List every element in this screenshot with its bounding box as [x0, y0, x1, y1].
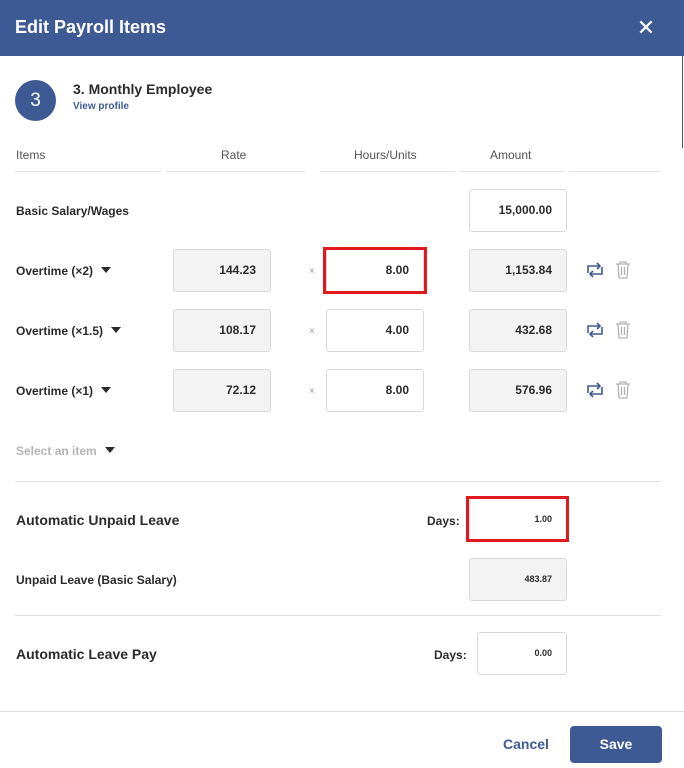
column-rate: Rate	[221, 148, 247, 162]
overtime-amount-field: 576.96	[469, 369, 567, 412]
overtime-label: Overtime (×2)	[16, 264, 94, 278]
column-amount: Amount	[490, 148, 532, 162]
dialog-title: Edit Payroll Items	[15, 17, 167, 37]
trash-icon[interactable]	[614, 319, 632, 341]
overtime-hours-input[interactable]: 4.00	[326, 309, 424, 352]
column-divider	[166, 171, 305, 172]
column-divider	[460, 171, 565, 172]
column-divider	[320, 171, 455, 172]
overtime-rate-field: 144.23	[173, 249, 271, 292]
column-items: Items	[16, 148, 46, 162]
highlight-box	[466, 496, 569, 542]
refresh-icon[interactable]	[584, 259, 606, 281]
caret-down-icon[interactable]	[111, 327, 122, 333]
highlight-box	[323, 247, 427, 294]
section-divider	[15, 615, 661, 616]
caret-down-icon[interactable]	[101, 387, 112, 393]
caret-down-icon[interactable]	[101, 267, 112, 273]
multiply-sign: ×	[309, 386, 315, 397]
save-button[interactable]: Save	[570, 726, 662, 763]
basic-salary-label: Basic Salary/Wages	[16, 204, 129, 218]
employee-name: 3. Monthly Employee	[73, 81, 213, 97]
overtime-row-label[interactable]: Overtime (×1.5)	[16, 324, 122, 338]
overtime-amount-field: 432.68	[469, 309, 567, 352]
unpaid-leave-title: Automatic Unpaid Leave	[16, 512, 180, 528]
column-hours: Hours/Units	[354, 148, 417, 162]
select-item-placeholder: Select an item	[16, 444, 97, 458]
refresh-icon[interactable]	[584, 379, 606, 401]
unpaid-leave-deduction-label: Unpaid Leave (Basic Salary)	[16, 573, 177, 587]
refresh-icon[interactable]	[584, 319, 606, 341]
section-divider	[15, 481, 661, 482]
multiply-sign: ×	[309, 266, 315, 277]
column-divider	[15, 171, 161, 172]
unpaid-leave-deduction-amount: 483.87	[469, 558, 567, 601]
close-icon[interactable]: ✕	[633, 14, 659, 42]
cancel-button[interactable]: Cancel	[494, 736, 558, 756]
basic-salary-amount-input[interactable]: 15,000.00	[469, 189, 567, 232]
overtime-label: Overtime (×1.5)	[16, 324, 104, 338]
footer-divider	[0, 711, 684, 712]
multiply-sign: ×	[309, 326, 315, 337]
overtime-row-label[interactable]: Overtime (×1)	[16, 384, 112, 398]
leave-pay-title: Automatic Leave Pay	[16, 646, 157, 662]
view-profile-link[interactable]: View profile	[73, 101, 129, 112]
window-edge	[682, 56, 683, 148]
overtime-amount-field: 1,153.84	[469, 249, 567, 292]
overtime-label: Overtime (×1)	[16, 384, 94, 398]
trash-icon[interactable]	[614, 259, 632, 281]
column-divider	[569, 171, 661, 172]
unpaid-leave-days-label: Days:	[427, 514, 460, 528]
overtime-rate-field: 72.12	[173, 369, 271, 412]
caret-down-icon[interactable]	[104, 447, 115, 453]
dialog-header: Edit Payroll Items ✕	[0, 0, 684, 56]
overtime-rate-field: 108.17	[173, 309, 271, 352]
trash-icon[interactable]	[614, 379, 632, 401]
employee-avatar: 3	[15, 80, 56, 121]
overtime-hours-input[interactable]: 8.00	[326, 369, 424, 412]
overtime-row-label[interactable]: Overtime (×2)	[16, 264, 112, 278]
select-item-dropdown[interactable]: Select an item	[16, 444, 115, 458]
leave-pay-days-label: Days:	[434, 648, 467, 662]
leave-pay-days-input[interactable]: 0.00	[477, 632, 567, 675]
